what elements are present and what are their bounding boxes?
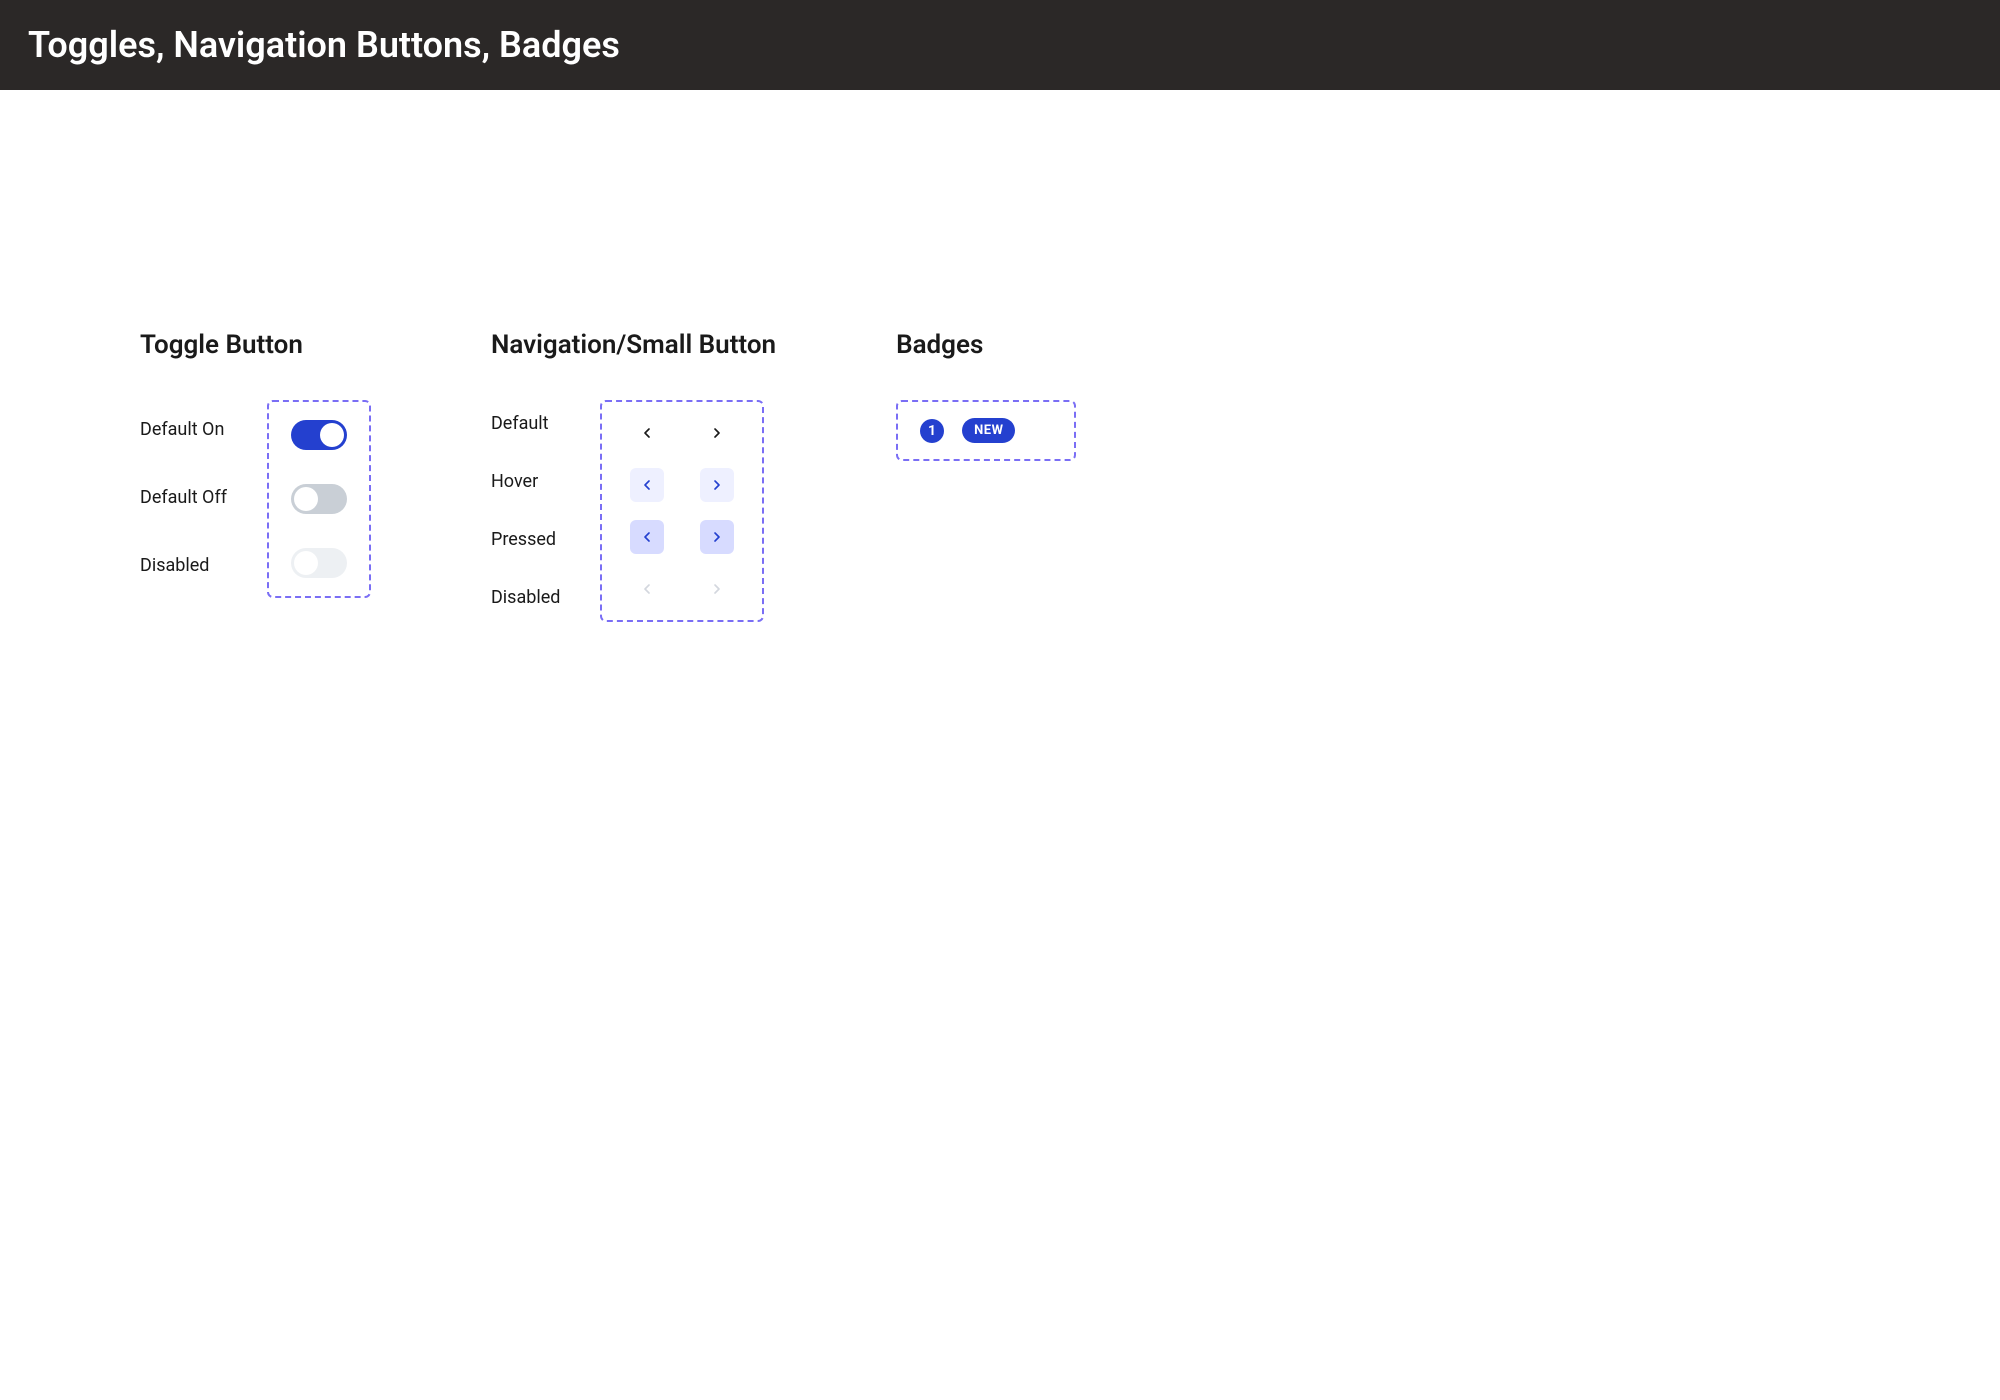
nav-state-label-pressed: Pressed bbox=[491, 522, 560, 556]
nav-section-title: Navigation/Small Button bbox=[491, 330, 776, 360]
toggle-disabled bbox=[291, 548, 347, 578]
chevron-left-icon bbox=[639, 477, 655, 493]
nav-prev-button-hover[interactable] bbox=[630, 468, 664, 502]
nav-next-button-disabled bbox=[700, 572, 734, 606]
toggle-section-body: Default On Default Off Disabled bbox=[140, 400, 371, 598]
badges-examples-box: 1 NEW bbox=[896, 400, 1076, 461]
nav-prev-button-default[interactable] bbox=[630, 416, 664, 450]
toggle-on[interactable] bbox=[291, 420, 347, 450]
nav-prev-button-disabled bbox=[630, 572, 664, 606]
toggle-knob-icon bbox=[320, 423, 344, 447]
chevron-right-icon bbox=[709, 529, 725, 545]
nav-row-disabled bbox=[630, 572, 734, 606]
badge-count: 1 bbox=[920, 419, 944, 443]
nav-labels-column: Default Hover Pressed Disabled bbox=[491, 400, 560, 614]
nav-section: Navigation/Small Button Default Hover Pr… bbox=[491, 330, 776, 622]
toggle-examples-box bbox=[267, 400, 371, 598]
nav-next-button-default[interactable] bbox=[700, 416, 734, 450]
page-title: Toggles, Navigation Buttons, Badges bbox=[28, 24, 620, 66]
chevron-right-icon bbox=[709, 477, 725, 493]
toggle-section-title: Toggle Button bbox=[140, 330, 371, 360]
toggle-knob-icon bbox=[294, 487, 318, 511]
nav-next-button-pressed[interactable] bbox=[700, 520, 734, 554]
chevron-right-icon bbox=[709, 425, 725, 441]
toggle-section: Toggle Button Default On Default Off Dis… bbox=[140, 330, 371, 598]
toggle-state-label-on: Default On bbox=[140, 412, 227, 446]
badge-text: NEW bbox=[962, 418, 1015, 443]
nav-row-pressed bbox=[630, 520, 734, 554]
toggle-off[interactable] bbox=[291, 484, 347, 514]
toggle-labels-column: Default On Default Off Disabled bbox=[140, 400, 227, 582]
chevron-left-icon bbox=[639, 425, 655, 441]
toggle-knob-icon bbox=[294, 551, 318, 575]
nav-section-body: Default Hover Pressed Disabled bbox=[491, 400, 776, 622]
badges-section: Badges 1 NEW bbox=[896, 330, 1076, 461]
chevron-right-icon bbox=[709, 581, 725, 597]
chevron-left-icon bbox=[639, 581, 655, 597]
nav-examples-box bbox=[600, 400, 764, 622]
nav-state-label-default: Default bbox=[491, 406, 560, 440]
nav-row-default bbox=[630, 416, 734, 450]
chevron-left-icon bbox=[639, 529, 655, 545]
content-area: Toggle Button Default On Default Off Dis… bbox=[0, 90, 2000, 622]
nav-next-button-hover[interactable] bbox=[700, 468, 734, 502]
nav-prev-button-pressed[interactable] bbox=[630, 520, 664, 554]
nav-row-hover bbox=[630, 468, 734, 502]
toggle-state-label-disabled: Disabled bbox=[140, 548, 227, 582]
nav-state-label-disabled: Disabled bbox=[491, 580, 560, 614]
page-header: Toggles, Navigation Buttons, Badges bbox=[0, 0, 2000, 90]
nav-state-label-hover: Hover bbox=[491, 464, 560, 498]
badges-section-title: Badges bbox=[896, 330, 1076, 360]
toggle-state-label-off: Default Off bbox=[140, 480, 227, 514]
